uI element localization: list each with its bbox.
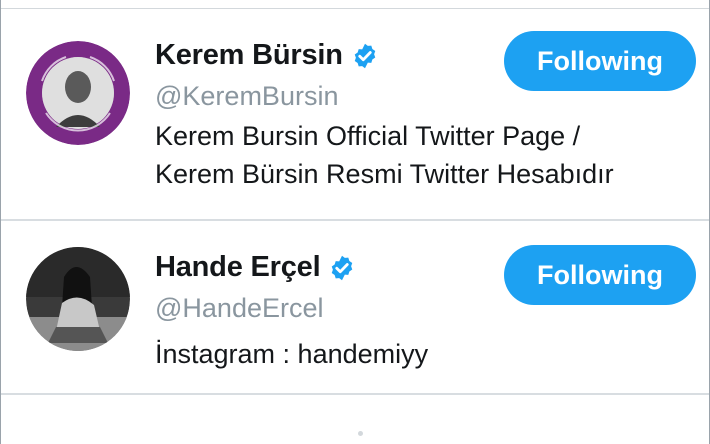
bio-line: İnstagram : handemiyy [155, 339, 429, 369]
loading-dot-icon [358, 431, 363, 436]
user-row[interactable]: Kerem Bürsin @KeremBursin Kerem Bursin O… [1, 9, 709, 219]
user-name[interactable]: Kerem Bürsin [155, 39, 343, 72]
user-handle[interactable]: @HandeErcel [155, 293, 324, 324]
user-bio: İnstagram : handemiyy [155, 335, 428, 373]
following-list: Kerem Bürsin @KeremBursin Kerem Bursin O… [0, 0, 710, 444]
verified-badge-icon [351, 42, 379, 70]
user-bio: Kerem Bursin Official Twitter Page / Ker… [155, 117, 614, 193]
user-row[interactable]: Hande Erçel @HandeErcel İnstagram : hand… [1, 221, 709, 393]
user-handle[interactable]: @KeremBursin [155, 81, 338, 112]
avatar-image [26, 247, 130, 351]
following-button[interactable]: Following [504, 31, 696, 91]
bio-line: Kerem Bürsin Resmi Twitter Hesabıdır [155, 159, 614, 189]
row-divider [1, 393, 709, 395]
avatar[interactable] [26, 41, 130, 145]
verified-badge-icon [328, 254, 356, 282]
name-line[interactable]: Hande Erçel [155, 251, 356, 284]
bio-line: Kerem Bursin Official Twitter Page / [155, 121, 581, 151]
user-name[interactable]: Hande Erçel [155, 251, 321, 284]
following-button[interactable]: Following [504, 245, 696, 305]
avatar[interactable] [26, 247, 130, 351]
avatar-image [26, 41, 130, 145]
name-line[interactable]: Kerem Bürsin [155, 39, 379, 72]
